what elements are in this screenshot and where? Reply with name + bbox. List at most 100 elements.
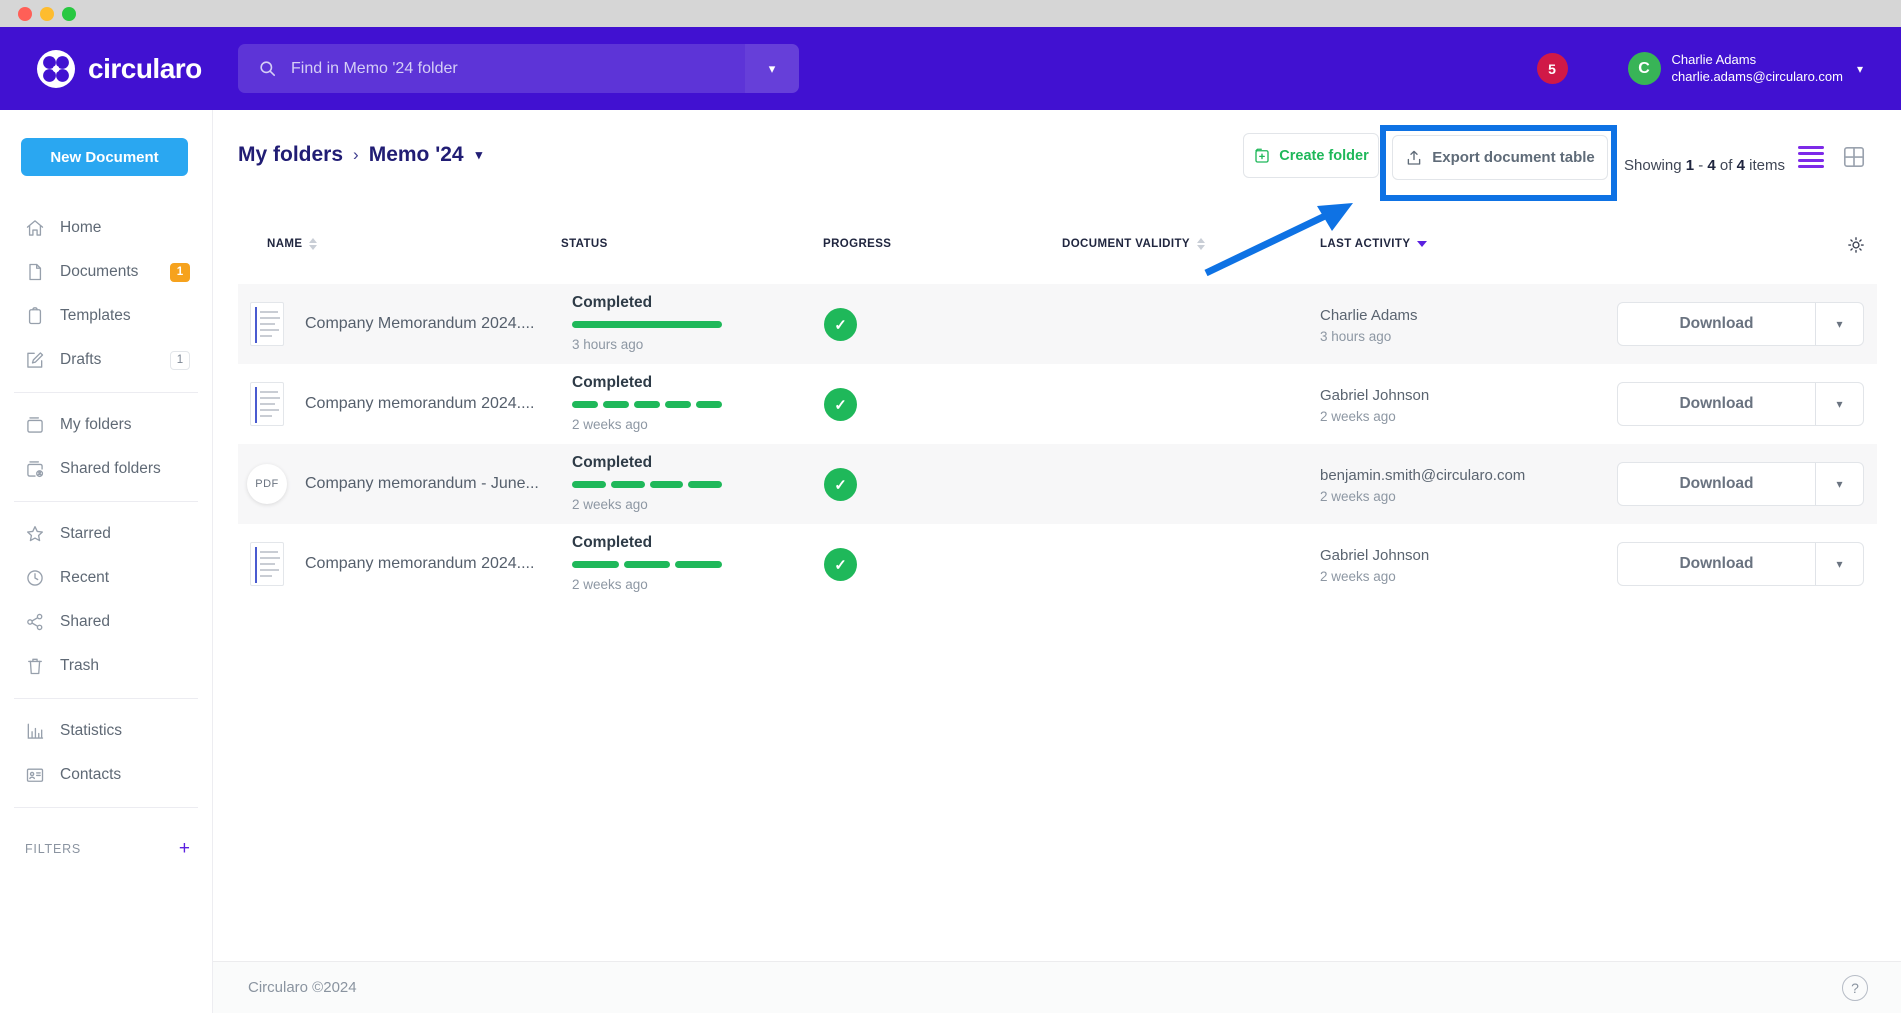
circularo-logo-icon [36,49,76,89]
sidebar-item-drafts[interactable]: Drafts 1 [0,338,212,382]
sort-descending-icon [1417,241,1427,247]
clock-icon [25,568,45,588]
folder-plus-icon [1253,147,1271,165]
sidebar-item-label: Drafts [60,351,101,369]
brand-name: circularo [88,53,202,85]
status-text: Completed [572,454,732,472]
new-document-button[interactable]: New Document [21,138,188,176]
download-button[interactable]: Download [1618,383,1815,425]
download-options-caret-icon[interactable]: ▾ [1815,543,1863,585]
zoom-window-button[interactable] [62,7,76,21]
user-email: charlie.adams@circularo.com [1672,69,1843,85]
drafts-count-badge: 1 [170,351,190,370]
export-document-table-button[interactable]: Export document table [1392,135,1608,180]
column-settings-gear-icon[interactable] [1845,234,1867,256]
sidebar-item-contacts[interactable]: Contacts [0,753,212,797]
sidebar-item-starred[interactable]: Starred [0,512,212,556]
create-folder-button[interactable]: Create folder [1243,133,1379,178]
table-row[interactable]: Company memorandum 2024.... Completed 2 … [238,364,1877,444]
filters-label: FILTERS [25,842,81,856]
progress-bar [572,401,722,408]
user-info[interactable]: Charlie Adams charlie.adams@circularo.co… [1672,52,1843,85]
download-split-button[interactable]: Download ▾ [1617,462,1864,506]
notification-badge[interactable]: 5 [1537,53,1568,84]
sidebar-item-label: Documents [60,263,138,281]
folder-menu-caret-icon[interactable]: ▾ [476,147,483,163]
sidebar-item-label: My folders [60,416,132,434]
sidebar-divider [14,807,198,808]
sidebar-item-my-folders[interactable]: My folders [0,403,212,447]
export-icon [1405,149,1423,167]
progress-bar [572,321,722,328]
copyright-text: Circularo ©2024 [248,979,357,996]
download-button[interactable]: Download [1618,303,1815,345]
home-icon [25,218,45,238]
column-header-progress[interactable]: PROGRESS [823,238,891,250]
document-name[interactable]: Company memorandum 2024.... [305,395,534,413]
search-input[interactable]: Find in Memo '24 folder ▾ [238,44,799,93]
document-name[interactable]: Company memorandum 2024.... [305,555,534,573]
column-header-name[interactable]: NAME [267,238,317,250]
sidebar-item-templates[interactable]: Templates [0,294,212,338]
sidebar-divider [14,501,198,502]
statistics-icon [25,721,45,741]
activity-time: 2 weeks ago [1320,407,1429,427]
activity-user: benjamin.smith@circularo.com [1320,465,1525,487]
folder-icon [25,415,45,435]
add-filter-button[interactable]: + [179,838,190,860]
star-icon [25,524,45,544]
user-menu-caret-icon[interactable]: ▾ [1857,62,1863,76]
document-name[interactable]: Company memorandum - June... [305,475,539,493]
breadcrumb-my-folders[interactable]: My folders [238,143,343,167]
sidebar-item-label: Contacts [60,766,121,784]
column-header-document-validity[interactable]: DOCUMENT VALIDITY [1062,238,1205,250]
template-icon [25,306,45,326]
close-window-button[interactable] [18,7,32,21]
status-time: 2 weeks ago [572,577,732,592]
status-time: 2 weeks ago [572,497,732,512]
download-split-button[interactable]: Download ▾ [1617,382,1864,426]
sidebar-item-shared-folders[interactable]: Shared folders [0,447,212,491]
search-scope-dropdown[interactable]: ▾ [745,44,799,93]
sidebar-item-home[interactable]: Home [0,206,212,250]
download-options-caret-icon[interactable]: ▾ [1815,463,1863,505]
last-activity-cell: Gabriel Johnson 2 weeks ago [1320,385,1429,426]
progress-bar [572,561,722,568]
sidebar-item-trash[interactable]: Trash [0,644,212,688]
table-row[interactable]: Company Memorandum 2024.... Completed 3 … [238,284,1877,364]
table-header: NAME STATUS PROGRESS DOCUMENT VALIDITY L… [213,228,1901,270]
sidebar-item-statistics[interactable]: Statistics [0,709,212,753]
brand-logo[interactable]: circularo [36,49,202,89]
breadcrumb-current-folder[interactable]: Memo '24 [369,143,464,167]
help-button[interactable]: ? [1842,975,1868,1001]
draft-icon [25,350,45,370]
sidebar-divider [14,698,198,699]
avatar[interactable]: C [1628,52,1661,85]
table-row[interactable]: PDF Company memorandum - June... Complet… [238,444,1877,524]
column-header-last-activity[interactable]: LAST ACTIVITY [1320,238,1427,250]
minimize-window-button[interactable] [40,7,54,21]
last-activity-cell: Charlie Adams 3 hours ago [1320,305,1418,346]
sidebar-item-recent[interactable]: Recent [0,556,212,600]
download-options-caret-icon[interactable]: ▾ [1815,303,1863,345]
download-button[interactable]: Download [1618,463,1815,505]
download-button[interactable]: Download [1618,543,1815,585]
sidebar-item-shared[interactable]: Shared [0,600,212,644]
sidebar-item-label: Starred [60,525,111,543]
column-header-status[interactable]: STATUS [561,238,608,250]
download-split-button[interactable]: Download ▾ [1617,302,1864,346]
grid-view-toggle[interactable] [1841,144,1867,170]
document-name[interactable]: Company Memorandum 2024.... [305,315,534,333]
status-cell: Completed 2 weeks ago [572,534,732,592]
sidebar-item-label: Shared folders [60,460,161,478]
sidebar: New Document Home Documents 1 Templates … [0,110,213,1013]
download-options-caret-icon[interactable]: ▾ [1815,383,1863,425]
share-icon [25,612,45,632]
sidebar-item-documents[interactable]: Documents 1 [0,250,212,294]
status-text: Completed [572,534,732,552]
progress-complete-check-icon: ✓ [824,388,857,421]
status-cell: Completed 3 hours ago [572,294,732,352]
download-split-button[interactable]: Download ▾ [1617,542,1864,586]
table-row[interactable]: Company memorandum 2024.... Completed 2 … [238,524,1877,604]
list-view-toggle[interactable] [1798,146,1824,168]
